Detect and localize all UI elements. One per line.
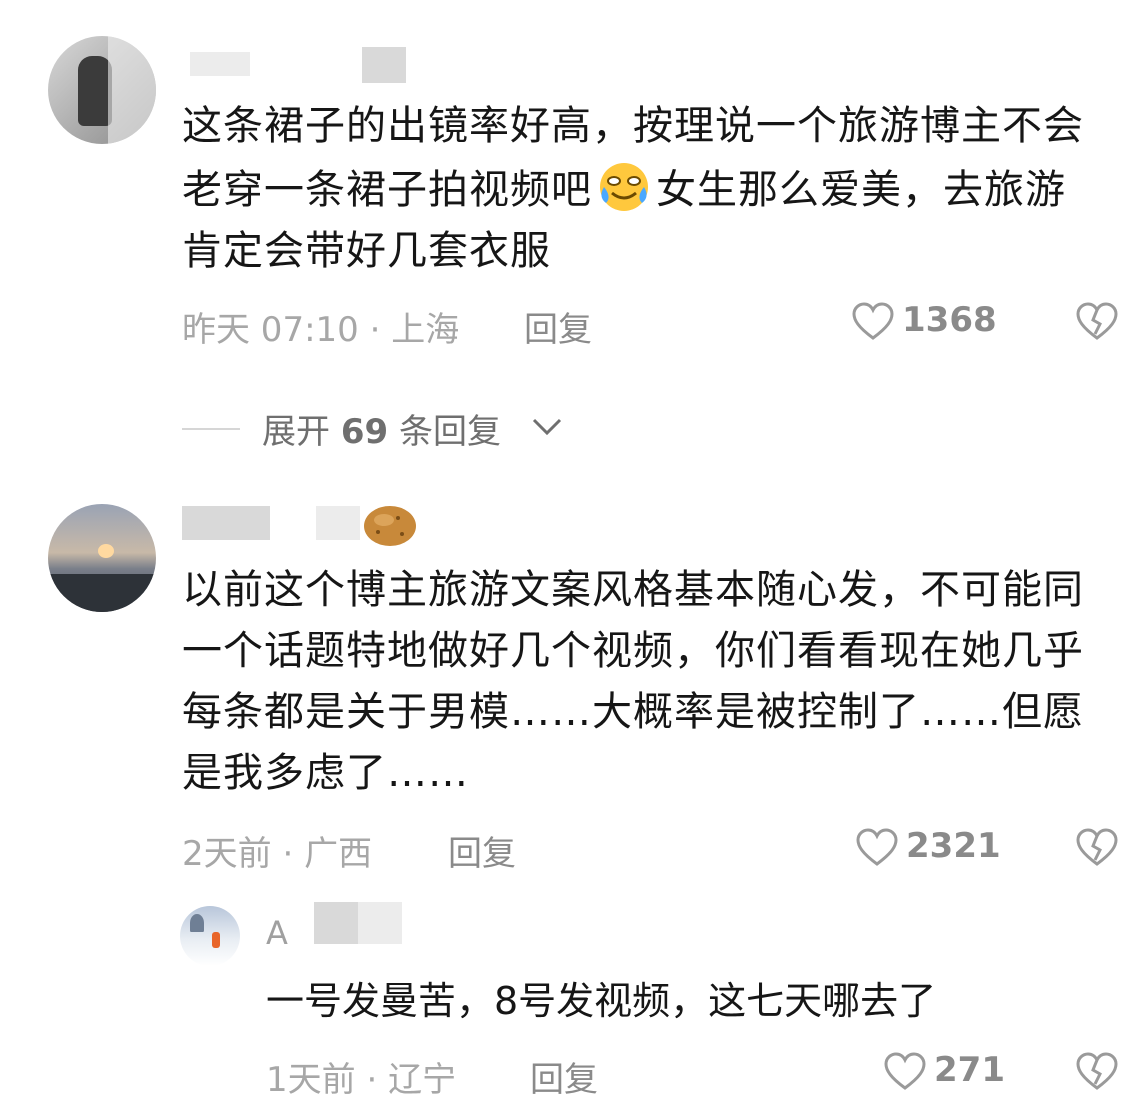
comment-time: 昨天 07:10 (182, 310, 359, 350)
potato-emoji-icon (364, 506, 416, 546)
comment-location: 上海 (391, 310, 460, 350)
like-count: 2321 (906, 826, 1001, 866)
broken-heart-icon (1076, 1052, 1118, 1090)
heart-outline-icon (852, 302, 894, 340)
chevron-down-icon (532, 418, 562, 436)
comment-time: 2天前 (182, 834, 272, 874)
reply-button[interactable]: 回复 (530, 1052, 598, 1101)
expand-prefix: 展开 (262, 412, 330, 452)
comment-location: 辽宁 (388, 1060, 457, 1100)
dislike-button[interactable] (1076, 302, 1118, 346)
meta-separator: · (358, 310, 392, 350)
comment-meta: 1天前 · 辽宁 (266, 1052, 456, 1101)
expand-suffix: 条回复 (398, 412, 501, 452)
heart-outline-icon (856, 828, 898, 866)
username-blurred[interactable] (182, 500, 422, 554)
heart-outline-icon (884, 1052, 926, 1090)
divider-line (182, 428, 240, 430)
comment-text: 以前这个博主旅游文案风格基本随心发，不可能同一个话题特地做好几个视频，你们看看现… (182, 567, 1084, 796)
meta-separator: · (355, 1060, 389, 1100)
comment-text: 这条裙子的出镜率好高，按理说一个旅游博主不会老穿一条裙子拍视频吧 女生那么爱美，… (182, 96, 1092, 282)
username-initial: A (266, 914, 288, 952)
broken-heart-icon (1076, 828, 1118, 866)
username-blurred[interactable]: A (266, 900, 416, 952)
comment-location: 广西 (304, 834, 373, 874)
comment-text: 一号发曼苦，8号发视频，这七天哪去了 (266, 979, 937, 1023)
avatar[interactable] (180, 906, 240, 966)
like-count: 271 (934, 1050, 1005, 1090)
comment-meta: 昨天 07:10 · 上海 (182, 302, 459, 351)
dislike-button[interactable] (1076, 828, 1118, 872)
avatar[interactable] (48, 36, 156, 144)
username-blurred[interactable] (182, 42, 412, 83)
comment-time: 1天前 (266, 1060, 356, 1100)
broken-heart-icon (1076, 302, 1118, 340)
avatar[interactable] (48, 504, 156, 612)
crying-laughing-emoji-icon (596, 157, 652, 213)
meta-separator: · (271, 834, 305, 874)
comment-meta: 2天前 · 广西 (182, 826, 372, 875)
reply-button[interactable]: 回复 (524, 302, 592, 351)
reply-button[interactable]: 回复 (448, 826, 516, 875)
like-count: 1368 (902, 300, 997, 340)
dislike-button[interactable] (1076, 1052, 1118, 1096)
expand-count: 69 (340, 412, 389, 452)
